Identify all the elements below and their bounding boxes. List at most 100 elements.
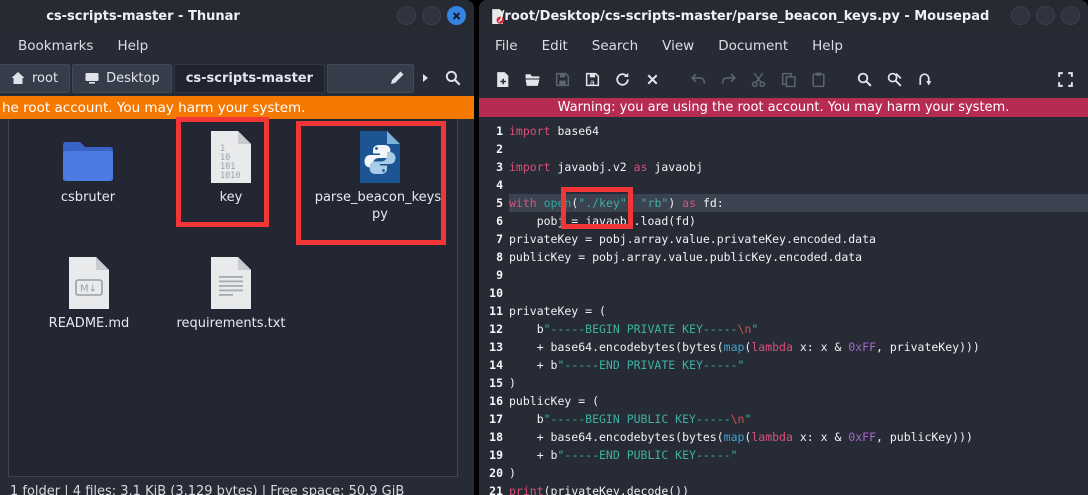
cut-button[interactable] — [743, 64, 773, 94]
line-number: 16 — [489, 394, 503, 408]
close-file-icon — [644, 71, 661, 88]
close-button[interactable] — [1061, 6, 1080, 25]
code-editor[interactable]: 1 import base64 2 3 import javaobj.v2 as jav… — [479, 119, 1088, 495]
reload-icon — [614, 71, 631, 88]
code-line-14[interactable]: 14 + b"-----END PRIVATE KEY-----" — [479, 356, 1088, 374]
file-item-requirements.txt[interactable]: requirements.txt — [156, 252, 306, 332]
thunar-titlebar[interactable]: cs-scripts-master - Thunar — [0, 0, 474, 32]
search-button[interactable] — [436, 64, 470, 93]
thunar-root-warning-bar: he root account. You may harm your syste… — [0, 96, 474, 119]
code-line-10[interactable]: 10 — [479, 284, 1088, 302]
code-text: ) — [509, 466, 516, 480]
line-number: 17 — [489, 412, 503, 426]
copy-button[interactable] — [773, 64, 803, 94]
code-line-8[interactable]: 8 publicKey = pobj.array.value.publicKey.… — [479, 248, 1088, 266]
path-button-root[interactable]: root — [0, 63, 71, 93]
line-number: 20 — [489, 466, 503, 480]
save-icon — [554, 71, 571, 88]
thunar-menu-help[interactable]: Help — [107, 35, 158, 57]
pencil-icon — [389, 70, 405, 86]
line-number: 1 — [496, 124, 503, 138]
thunar-pathbar: root Desktop cs-scripts-master — [0, 60, 474, 96]
file-item-README.md[interactable]: M↓ README.md — [34, 252, 144, 332]
code-line-19[interactable]: 19 + b"-----END PUBLIC KEY-----" — [479, 446, 1088, 464]
line-number: 13 — [489, 340, 503, 354]
close-file-button[interactable] — [637, 64, 667, 94]
line-number: 2 — [496, 142, 503, 156]
pathbar-expander[interactable] — [416, 64, 434, 93]
code-line-7[interactable]: 7 privateKey = pobj.array.value.privateKe… — [479, 230, 1088, 248]
new-file-button[interactable] — [487, 64, 517, 94]
minimize-button[interactable] — [1011, 6, 1030, 25]
path-button-desktop[interactable]: Desktop — [72, 63, 172, 93]
find-button[interactable] — [849, 64, 879, 94]
code-line-3[interactable]: 3 import javaobj.v2 as javaobj — [479, 158, 1088, 176]
code-text: print(privateKey.decode()) — [509, 484, 690, 495]
code-line-21[interactable]: 21 print(privateKey.decode()) — [479, 482, 1088, 495]
close-icon[interactable] — [447, 6, 466, 25]
maximize-button[interactable] — [1036, 6, 1055, 25]
line-number: 5 — [496, 196, 503, 210]
save-as-button[interactable]: a — [577, 64, 607, 94]
code-text: + b"-----END PRIVATE KEY-----" — [509, 358, 745, 372]
code-line-2[interactable]: 2 — [479, 140, 1088, 158]
code-line-17[interactable]: 17 b"-----BEGIN PUBLIC KEY-----\n" — [479, 410, 1088, 428]
code-text: + base64.encodebytes(bytes(map(lambda x:… — [509, 430, 973, 444]
line-number: 8 — [496, 250, 503, 264]
find-replace-icon — [886, 71, 903, 88]
mousepad-menu-help[interactable]: Help — [802, 35, 853, 57]
thunar-warning-text: he root account. You may harm your syste… — [2, 99, 306, 116]
code-line-12[interactable]: 12 b"-----BEGIN PRIVATE KEY-----\n" — [479, 320, 1088, 338]
home-icon — [10, 70, 26, 86]
mousepad-menu-view[interactable]: View — [652, 35, 704, 57]
line-number: 14 — [489, 358, 503, 372]
undo-button[interactable] — [683, 64, 713, 94]
paste-button[interactable] — [803, 64, 833, 94]
find-replace-button[interactable] — [879, 64, 909, 94]
code-line-9[interactable]: 9 — [479, 266, 1088, 284]
code-line-13[interactable]: 13 + base64.encodebytes(bytes(map(lambda… — [479, 338, 1088, 356]
svg-text:a: a — [589, 77, 594, 86]
code-text: publicKey = ( — [509, 394, 600, 408]
code-line-15[interactable]: 15) — [479, 374, 1088, 392]
mousepad-menu-file[interactable]: File — [485, 35, 528, 57]
file-label: README.md — [48, 316, 130, 331]
maximize-button[interactable] — [422, 6, 441, 25]
code-text: + b"-----END PUBLIC KEY-----" — [509, 448, 738, 462]
new-file-icon — [494, 71, 511, 88]
mousepad-menu-edit[interactable]: Edit — [532, 35, 578, 57]
redo-button[interactable] — [713, 64, 743, 94]
code-line-18[interactable]: 18 + base64.encodebytes(bytes(map(lambda… — [479, 428, 1088, 446]
mousepad-root-warning-bar: Warning: you are using the root account.… — [479, 98, 1088, 117]
fullscreen-button[interactable] — [1050, 64, 1080, 94]
code-line-20[interactable]: 20) — [479, 464, 1088, 482]
minimize-button[interactable] — [397, 6, 416, 25]
save-button[interactable] — [547, 64, 577, 94]
svg-text:M↓: M↓ — [80, 284, 97, 295]
code-line-11[interactable]: 11 privateKey = ( — [479, 302, 1088, 320]
mousepad-menu-search[interactable]: Search — [582, 35, 648, 57]
go-to-line-button[interactable] — [909, 64, 939, 94]
thunar-menu-bookmarks[interactable]: Bookmarks — [8, 35, 103, 57]
code-line-1[interactable]: 1 import base64 — [479, 122, 1088, 140]
code-text: privateKey = pobj.array.value.privateKey… — [509, 232, 876, 246]
mousepad-window: /root/Desktop/cs-scripts-master/parse_be… — [479, 0, 1088, 495]
path-label-desktop: Desktop — [106, 70, 160, 86]
mousepad-titlebar[interactable]: /root/Desktop/cs-scripts-master/parse_be… — [479, 0, 1088, 32]
undo-icon — [690, 71, 707, 88]
mousepad-menu-document[interactable]: Document — [708, 35, 798, 57]
redo-icon — [720, 71, 737, 88]
mousepad-menubar: File Edit Search View Document Help — [479, 32, 1088, 60]
chevron-right-icon — [417, 70, 433, 86]
reload-button[interactable] — [607, 64, 637, 94]
path-button-current-folder[interactable]: cs-scripts-master — [173, 63, 326, 93]
open-file-button[interactable] — [517, 64, 547, 94]
path-label-root: root — [32, 70, 59, 86]
search-icon — [444, 69, 462, 87]
file-item-csbruter[interactable]: csbruter — [33, 126, 143, 206]
path-entry-toggle[interactable] — [327, 63, 414, 93]
annotation-open-key-code — [561, 187, 633, 229]
code-line-16[interactable]: 16 publicKey = ( — [479, 392, 1088, 410]
